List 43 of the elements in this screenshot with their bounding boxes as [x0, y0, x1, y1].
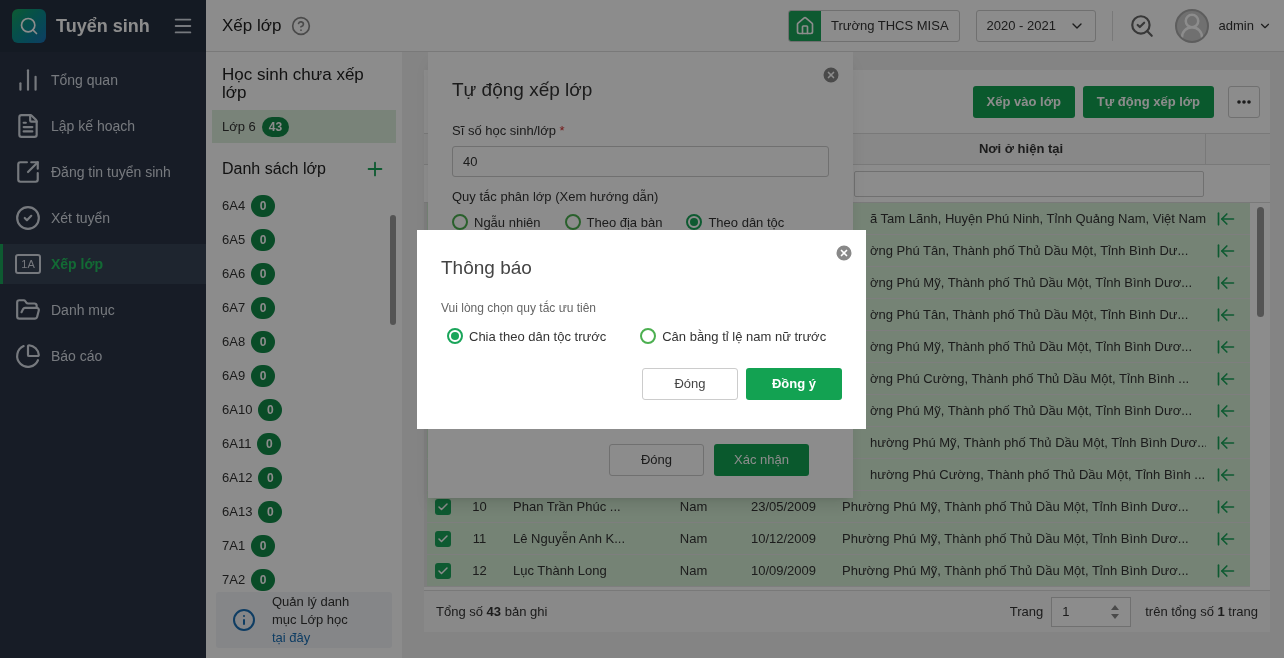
gender-cell-text: Nam: [678, 561, 709, 580]
unassigned-heading: Học sinh chưa xếp lớp: [222, 64, 365, 102]
address-cell-text: Phường Phú Mỹ, Thành phố Thủ Dầu Một, Tỉnh Bình Dươ...: [841, 497, 1190, 516]
gender-cell-text: Nam: [678, 497, 709, 516]
name-cell-text: Phan Trần Phúc ...: [512, 497, 622, 516]
priority-option: Chia theo dân tộc trước: [469, 326, 607, 346]
app-title: Tuyển sinh: [56, 14, 151, 38]
priority-option: Cân bằng tỉ lệ nam nữ trước: [662, 326, 827, 346]
prompt-text: Vui lòng chọn quy tắc ưu tiên: [441, 299, 598, 317]
birthdate-cell-text: 10/12/2009: [749, 529, 818, 548]
number-cell-text: 12: [471, 561, 488, 580]
address-cell-text: hường Phú Mỹ, Thành phố Thủ Dầu Một, Tỉnh Bình Dươ...: [870, 433, 1206, 452]
gender-cell-text: Nam: [678, 529, 709, 548]
address-cell-text: hường Phú Cường, Thành phố Thủ Dầu Một, Tỉnh Bình ...: [870, 465, 1206, 484]
address-cell-text: Phường Phú Mỹ, Thành phố Thủ Dầu Một, Tỉnh Bình Dươ...: [841, 561, 1190, 580]
address-cell-text: Phường Phú Mỹ, Thành phố Thủ Dầu Một, Tỉnh Bình Dươ...: [841, 529, 1190, 548]
size-label: Sĩ số học sinh/lớp *: [452, 121, 566, 140]
address-cell-text: ờng Phú Mỹ, Thành phố Thủ Dầu Một, Tỉnh Bình Dươ...: [870, 273, 1194, 292]
rule-label: Quy tắc phân lớp (Xem hướng dẫn): [452, 188, 660, 206]
number-cell-text: 10: [471, 497, 488, 516]
page-label: Trang: [1009, 602, 1044, 621]
page-title: Xếp lớp: [222, 14, 282, 37]
dialog-title: Tự động xếp lớp: [452, 78, 593, 102]
dialog-title: Thông báo: [441, 256, 532, 280]
address-cell-text: ờng Phú Cường, Thành phố Thủ Dầu Một, Tỉnh Bình ...: [870, 369, 1191, 388]
name-cell-text: Lục Thành Long: [512, 561, 608, 580]
page-total: trên tổng số 1 trang: [1145, 602, 1258, 621]
address-cell-text: ờng Phú Tân, Thành phố Thủ Dầu Một, Tỉnh Bình Dư...: [870, 241, 1190, 260]
info-text: Quản lý danh mục Lớp học tại đây: [272, 593, 351, 647]
rule-option: Theo dân tộc: [708, 212, 785, 232]
birthdate-cell-text: 23/05/2009: [749, 497, 818, 516]
address-cell-text: ờng Phú Mỹ, Thành phố Thủ Dầu Một, Tỉnh Bình Dươ...: [870, 337, 1194, 356]
number-cell-text: 11: [471, 529, 488, 548]
rule-option: Theo địa bàn: [586, 212, 663, 232]
classes-heading: Danh sách lớp: [222, 159, 326, 179]
address-cell-text: ờng Phú Tân, Thành phố Thủ Dầu Một, Tỉnh Bình Dư...: [870, 305, 1190, 324]
address-cell-text: ã Tam Lãnh, Huyện Phú Ninh, Tỉnh Quảng Nam, Việt Nam: [870, 209, 1206, 228]
address-cell-text: ờng Phú Mỹ, Thành phố Thủ Dầu Một, Tỉnh Bình Dươ...: [870, 401, 1194, 420]
name-cell-text: Lê Nguyễn Anh K...: [512, 529, 627, 548]
rule-option: Ngẫu nhiên: [474, 212, 541, 232]
record-count: Tổng số 43 bản ghi: [436, 602, 548, 621]
birthdate-cell-text: 10/09/2009: [749, 561, 818, 580]
class-icon: 1A: [15, 254, 41, 274]
